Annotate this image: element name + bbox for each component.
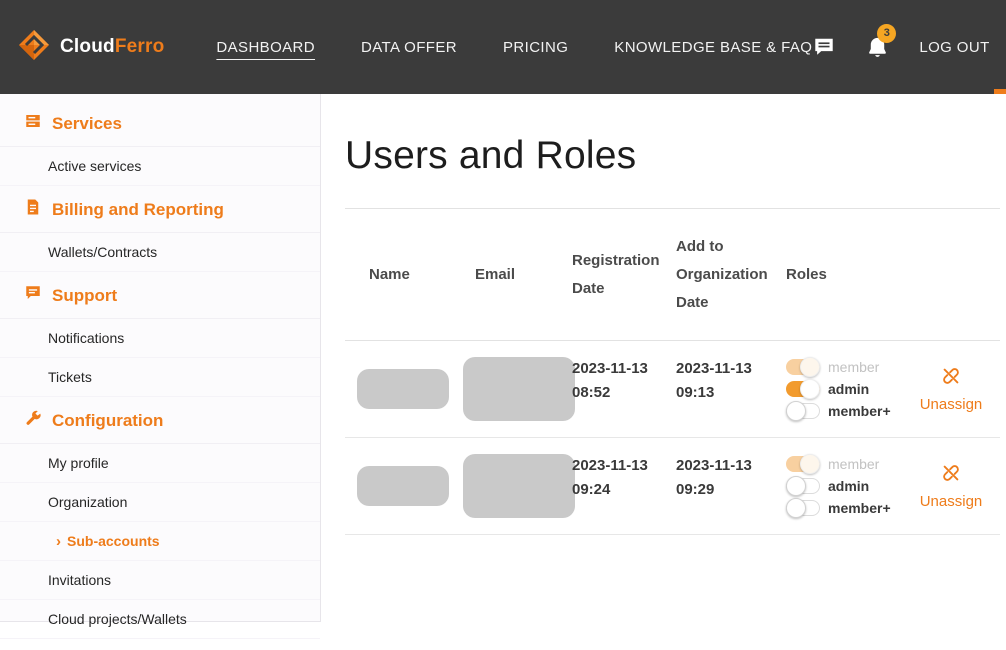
brand-name: CloudFerro (60, 36, 164, 58)
table-row: 2023-11-13 09:24 2023-11-13 09:29 member… (345, 438, 1000, 535)
header-actions: 3 LOG OUT EN (812, 35, 1006, 60)
org-date-cell: 2023-11-13 09:29 (676, 450, 786, 501)
redacted-email (463, 454, 575, 518)
member-plus-toggle[interactable] (786, 403, 820, 419)
org-date-cell: 2023-11-13 09:13 (676, 353, 786, 404)
page-title: Users and Roles (345, 134, 1000, 178)
role-member-plus: member+ (786, 403, 902, 419)
nav-pricing[interactable]: PRICING (503, 39, 568, 56)
role-member: member (786, 359, 902, 375)
role-admin: admin (786, 478, 902, 494)
chevron-right-icon: › (56, 534, 61, 549)
unlink-icon (940, 462, 962, 489)
sidebar-section-services[interactable]: Services (0, 100, 320, 147)
roles-cell: member admin member+ (786, 456, 902, 516)
sidebar-item-cloud-projects-wallets[interactable]: Cloud projects/Wallets (0, 600, 320, 639)
col-header-add-to-organization-date: Add to Organization Date (676, 233, 786, 316)
cloudferro-logo[interactable]: CloudFerro (16, 27, 164, 68)
role-admin: admin (786, 381, 902, 397)
sidebar-item-tickets[interactable]: Tickets (0, 358, 320, 397)
unassign-label: Unassign (920, 493, 983, 510)
unassign-label: Unassign (920, 396, 983, 413)
nav-knowledge-base[interactable]: KNOWLEDGE BASE & FAQ (614, 39, 812, 56)
sidebar-item-invitations[interactable]: Invitations (0, 561, 320, 600)
header-accent (994, 89, 1006, 94)
notifications-bell-icon[interactable]: 3 (866, 35, 889, 60)
sidebar-section-support[interactable]: Support (0, 272, 320, 319)
sidebar-section-billing[interactable]: Billing and Reporting (0, 186, 320, 233)
users-roles-table: Name Email Registration Date Add to Orga… (345, 208, 1000, 535)
roles-cell: member admin member+ (786, 359, 902, 419)
sidebar-section-title: Services (52, 114, 122, 134)
redacted-name (357, 369, 449, 409)
registration-date-cell: 2023-11-13 09:24 (572, 450, 676, 501)
sidebar-section-title: Support (52, 286, 117, 306)
main-content: Users and Roles Name Email Registration … (321, 94, 1006, 650)
nav-dashboard[interactable]: DASHBOARD (216, 39, 315, 56)
services-icon (24, 112, 42, 135)
sidebar-item-sub-accounts[interactable]: › Sub-accounts (0, 522, 320, 561)
sidebar-item-label: Sub-accounts (67, 533, 160, 549)
sidebar-section-title: Billing and Reporting (52, 200, 224, 220)
notification-badge: 3 (877, 24, 896, 43)
col-header-email: Email (451, 261, 572, 289)
cloudferro-logo-icon (16, 27, 52, 68)
sidebar: Services Active services Billing and Rep… (0, 94, 321, 622)
member-plus-toggle[interactable] (786, 500, 820, 516)
registration-date-cell: 2023-11-13 08:52 (572, 353, 676, 404)
col-header-registration-date: Registration Date (572, 247, 676, 303)
sidebar-item-wallets-contracts[interactable]: Wallets/Contracts (0, 233, 320, 272)
billing-icon (24, 198, 42, 221)
logout-button[interactable]: LOG OUT (919, 39, 989, 56)
member-toggle[interactable] (786, 359, 820, 375)
sidebar-item-notifications[interactable]: Notifications (0, 319, 320, 358)
redacted-email (463, 357, 575, 421)
role-member: member (786, 456, 902, 472)
member-toggle[interactable] (786, 456, 820, 472)
support-icon (24, 284, 42, 307)
unassign-button[interactable]: Unassign (902, 462, 1000, 510)
sidebar-item-organization[interactable]: Organization (0, 483, 320, 522)
name-cell (345, 466, 451, 506)
configuration-icon (24, 409, 42, 432)
sidebar-item-active-services[interactable]: Active services (0, 147, 320, 186)
email-cell (451, 357, 572, 421)
sidebar-section-configuration[interactable]: Configuration (0, 397, 320, 444)
col-header-roles: Roles (786, 261, 902, 289)
admin-toggle[interactable] (786, 381, 820, 397)
nav-data-offer[interactable]: DATA OFFER (361, 39, 457, 56)
main-nav: DASHBOARD DATA OFFER PRICING KNOWLEDGE B… (216, 39, 812, 56)
sidebar-item-my-profile[interactable]: My profile (0, 444, 320, 483)
unlink-icon (940, 365, 962, 392)
redacted-name (357, 466, 449, 506)
role-member-plus: member+ (786, 500, 902, 516)
sidebar-section-title: Configuration (52, 411, 163, 431)
email-cell (451, 454, 572, 518)
messages-icon[interactable] (812, 36, 836, 58)
top-nav: CloudFerro DASHBOARD DATA OFFER PRICING … (0, 0, 1006, 94)
table-row: 2023-11-13 08:52 2023-11-13 09:13 member… (345, 341, 1000, 438)
unassign-button[interactable]: Unassign (902, 365, 1000, 413)
col-header-name: Name (345, 261, 451, 289)
name-cell (345, 369, 451, 409)
admin-toggle[interactable] (786, 478, 820, 494)
table-header-row: Name Email Registration Date Add to Orga… (345, 208, 1000, 341)
